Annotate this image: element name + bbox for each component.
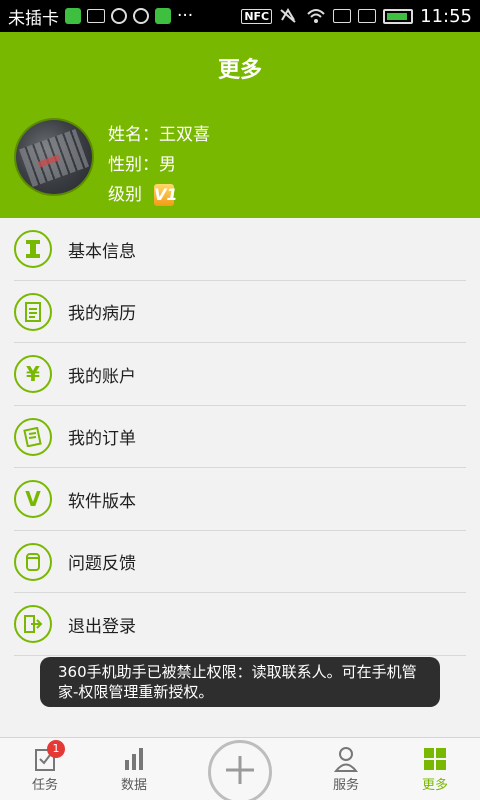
- menu-label-orders: 我的订单: [68, 429, 136, 450]
- menu-item-feedback[interactable]: 问题反馈: [0, 531, 480, 594]
- name-row: 姓名：王双喜: [108, 120, 210, 150]
- yen-icon: ¥: [14, 355, 52, 394]
- avatar[interactable]: [14, 118, 94, 196]
- status-bar: 未插卡 ··· NFC 11:55: [0, 0, 480, 32]
- person-icon: [333, 746, 359, 772]
- tab-label-tasks: 任务: [31, 778, 58, 793]
- settings-menu: 基本信息 我的病历 ¥ 我的账户 我的订单 V 软件版本 问题反馈 退出登录: [0, 218, 480, 656]
- task-clipboard-icon: 1: [33, 740, 65, 772]
- menu-item-account[interactable]: ¥ 我的账户: [0, 343, 480, 406]
- tab-label-service: 服务: [332, 778, 359, 793]
- permission-toast: 360手机助手已被禁止权限：读取联系人。可在手机管家-权限管理重新授权。: [40, 657, 440, 707]
- level-label: 级别: [108, 185, 142, 205]
- name-label: 姓名：: [108, 125, 159, 145]
- carrier-text: 未插卡: [8, 8, 59, 29]
- menu-item-orders[interactable]: 我的订单: [0, 406, 480, 469]
- browser-icon: [133, 8, 149, 24]
- profile-header: 更多 姓名：王双喜 性别：男 级别 V1: [0, 32, 480, 218]
- sync-icon: [111, 8, 127, 24]
- app-shield-icon: [155, 8, 171, 24]
- bar-chart-icon: [122, 746, 146, 772]
- vip-level-badge: V1: [154, 184, 178, 206]
- name-value: 王双喜: [159, 125, 210, 145]
- tab-more[interactable]: 更多: [395, 738, 475, 800]
- menu-item-logout[interactable]: 退出登录: [0, 593, 480, 656]
- sim2-icon: [358, 9, 377, 23]
- wifi-icon: [306, 8, 326, 24]
- menu-label-software-version: 软件版本: [68, 491, 136, 512]
- gender-value: 男: [159, 155, 176, 175]
- feedback-icon: [14, 542, 52, 581]
- menu-label-account: 我的账户: [68, 366, 136, 387]
- medical-record-icon: [14, 292, 52, 331]
- menu-label-basic-info: 基本信息: [68, 241, 136, 262]
- order-icon: [14, 417, 52, 456]
- more-dots-icon: ···: [177, 6, 194, 26]
- gender-row: 性别：男: [108, 150, 210, 180]
- menu-label-logout: 退出登录: [68, 616, 136, 637]
- tab-label-data: 数据: [120, 778, 147, 793]
- menu-item-software-version[interactable]: V 软件版本: [0, 468, 480, 531]
- gender-label: 性别：: [108, 155, 159, 175]
- menu-item-medical-records[interactable]: 我的病历: [0, 281, 480, 344]
- tasks-badge: 1: [47, 740, 65, 758]
- version-icon: V: [14, 480, 52, 519]
- profile-info: 姓名：王双喜 性别：男 级别 V1: [108, 120, 210, 210]
- id-card-icon: [14, 230, 52, 269]
- level-row: 级别 V1: [108, 180, 210, 210]
- tab-label-more: 更多: [421, 778, 448, 793]
- tab-service[interactable]: 服务: [306, 738, 386, 800]
- grid-icon: [423, 746, 447, 772]
- logout-icon: [14, 605, 52, 644]
- battery-icon: [383, 8, 414, 24]
- menu-label-feedback: 问题反馈: [68, 554, 136, 575]
- keyboard-icon: [87, 9, 105, 23]
- mute-icon: [279, 8, 299, 24]
- menu-item-basic-info[interactable]: 基本信息: [0, 218, 480, 281]
- plus-icon: [222, 752, 258, 792]
- add-button[interactable]: [208, 740, 272, 800]
- nfc-icon: NFC: [241, 8, 273, 24]
- clock: 11:55: [420, 5, 472, 27]
- menu-label-medical-records: 我的病历: [68, 304, 136, 325]
- sim1-icon: [333, 9, 352, 23]
- page-title: 更多: [217, 58, 262, 83]
- tab-tasks[interactable]: 1 任务: [5, 738, 85, 800]
- security-shield-icon: [65, 8, 81, 24]
- tab-data[interactable]: 数据: [94, 738, 174, 800]
